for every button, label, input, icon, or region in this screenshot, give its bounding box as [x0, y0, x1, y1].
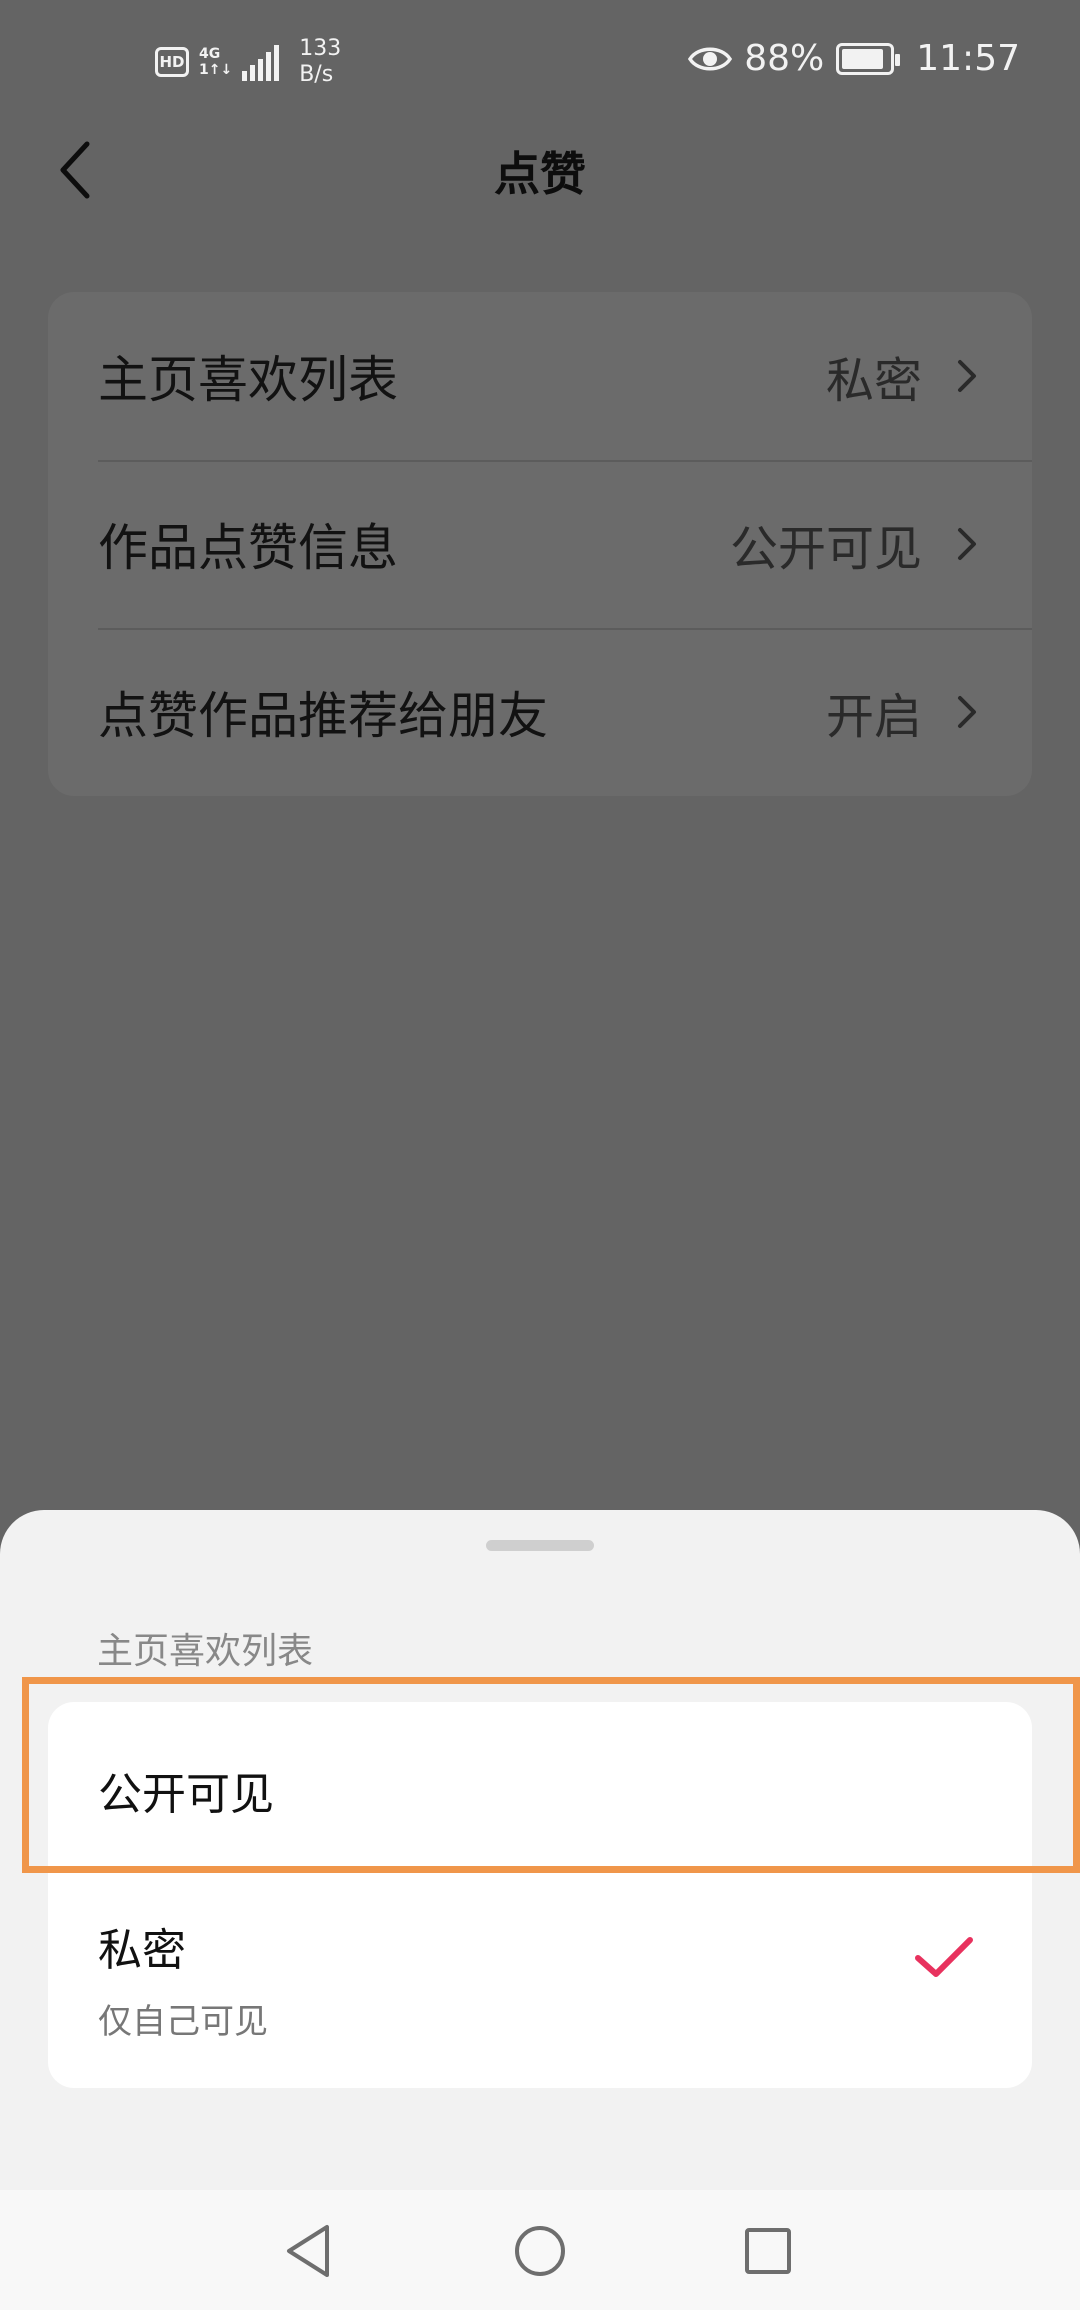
setting-label: 点赞作品推荐给朋友: [98, 687, 548, 745]
nav-recents-button[interactable]: [733, 2216, 803, 2286]
eye-icon: [688, 47, 733, 70]
nav-back-button[interactable]: [273, 2216, 343, 2286]
sheet-drag-handle[interactable]: [486, 1540, 594, 1551]
status-left: HD 4G 1↑↓ 133 B/s: [155, 36, 341, 88]
app-screen: HD 4G 1↑↓ 133 B/s 88% 11:57 点赞 主页喜欢列表 私密…: [0, 0, 1080, 2310]
option-public[interactable]: 公开可见: [48, 1702, 1032, 1872]
network-type-bottom: 1↑↓: [199, 62, 233, 78]
signal-icon: [242, 43, 280, 81]
checkmark-icon: [915, 1937, 973, 1977]
chevron-right-icon: [958, 360, 976, 392]
network-type-top: 4G: [199, 46, 221, 62]
network-type: 4G 1↑↓: [199, 46, 232, 78]
option-label: 公开可见: [98, 1769, 274, 1820]
option-private[interactable]: 私密 仅自己可见: [48, 1872, 1032, 2088]
setting-row-homepage-likes[interactable]: 主页喜欢列表 私密: [48, 292, 1032, 460]
likes-settings-card: 主页喜欢列表 私密 作品点赞信息 公开可见 点赞作品推荐给朋友 开启: [48, 292, 1032, 796]
option-description: 仅自己可见: [98, 2002, 268, 2042]
status-bar: HD 4G 1↑↓ 133 B/s 88% 11:57: [0, 0, 1080, 120]
option-label: 私密: [98, 1925, 186, 1976]
battery-icon: [836, 42, 901, 75]
clock: 11:57: [916, 38, 1020, 79]
page-title: 点赞: [494, 147, 586, 201]
sheet-title: 主页喜欢列表: [97, 1631, 314, 1672]
system-nav-bar: [0, 2190, 1080, 2310]
status-right: 88% 11:57: [688, 38, 1020, 79]
recents-square-icon: [745, 2228, 791, 2274]
hd-badge: HD: [155, 47, 189, 77]
top-app-bar: 点赞: [0, 120, 1080, 220]
battery-fill: [842, 48, 883, 69]
setting-row-recommend-to-friends[interactable]: 点赞作品推荐给朋友 开启: [48, 628, 1032, 796]
chevron-right-icon: [958, 696, 976, 728]
setting-row-video-like-info[interactable]: 作品点赞信息 公开可见: [48, 460, 1032, 628]
chevron-right-icon: [958, 528, 976, 560]
home-circle-icon: [515, 2226, 565, 2276]
back-triangle-icon: [287, 2225, 329, 2277]
setting-value: 公开可见: [729, 521, 922, 577]
setting-label: 作品点赞信息: [98, 519, 398, 577]
setting-value: 私密: [825, 353, 922, 409]
network-speed-value: 133: [299, 36, 342, 61]
network-speed: 133 B/s: [299, 36, 341, 88]
bottom-sheet: 主页喜欢列表 公开可见 私密 仅自己可见: [0, 1510, 1080, 2190]
setting-label: 主页喜欢列表: [98, 351, 398, 409]
nav-home-button[interactable]: [505, 2216, 575, 2286]
battery-percent: 88%: [744, 38, 825, 79]
options-card: 公开可见 私密 仅自己可见: [48, 1702, 1032, 2088]
network-speed-unit: B/s: [299, 62, 334, 87]
setting-value: 开启: [825, 689, 922, 745]
